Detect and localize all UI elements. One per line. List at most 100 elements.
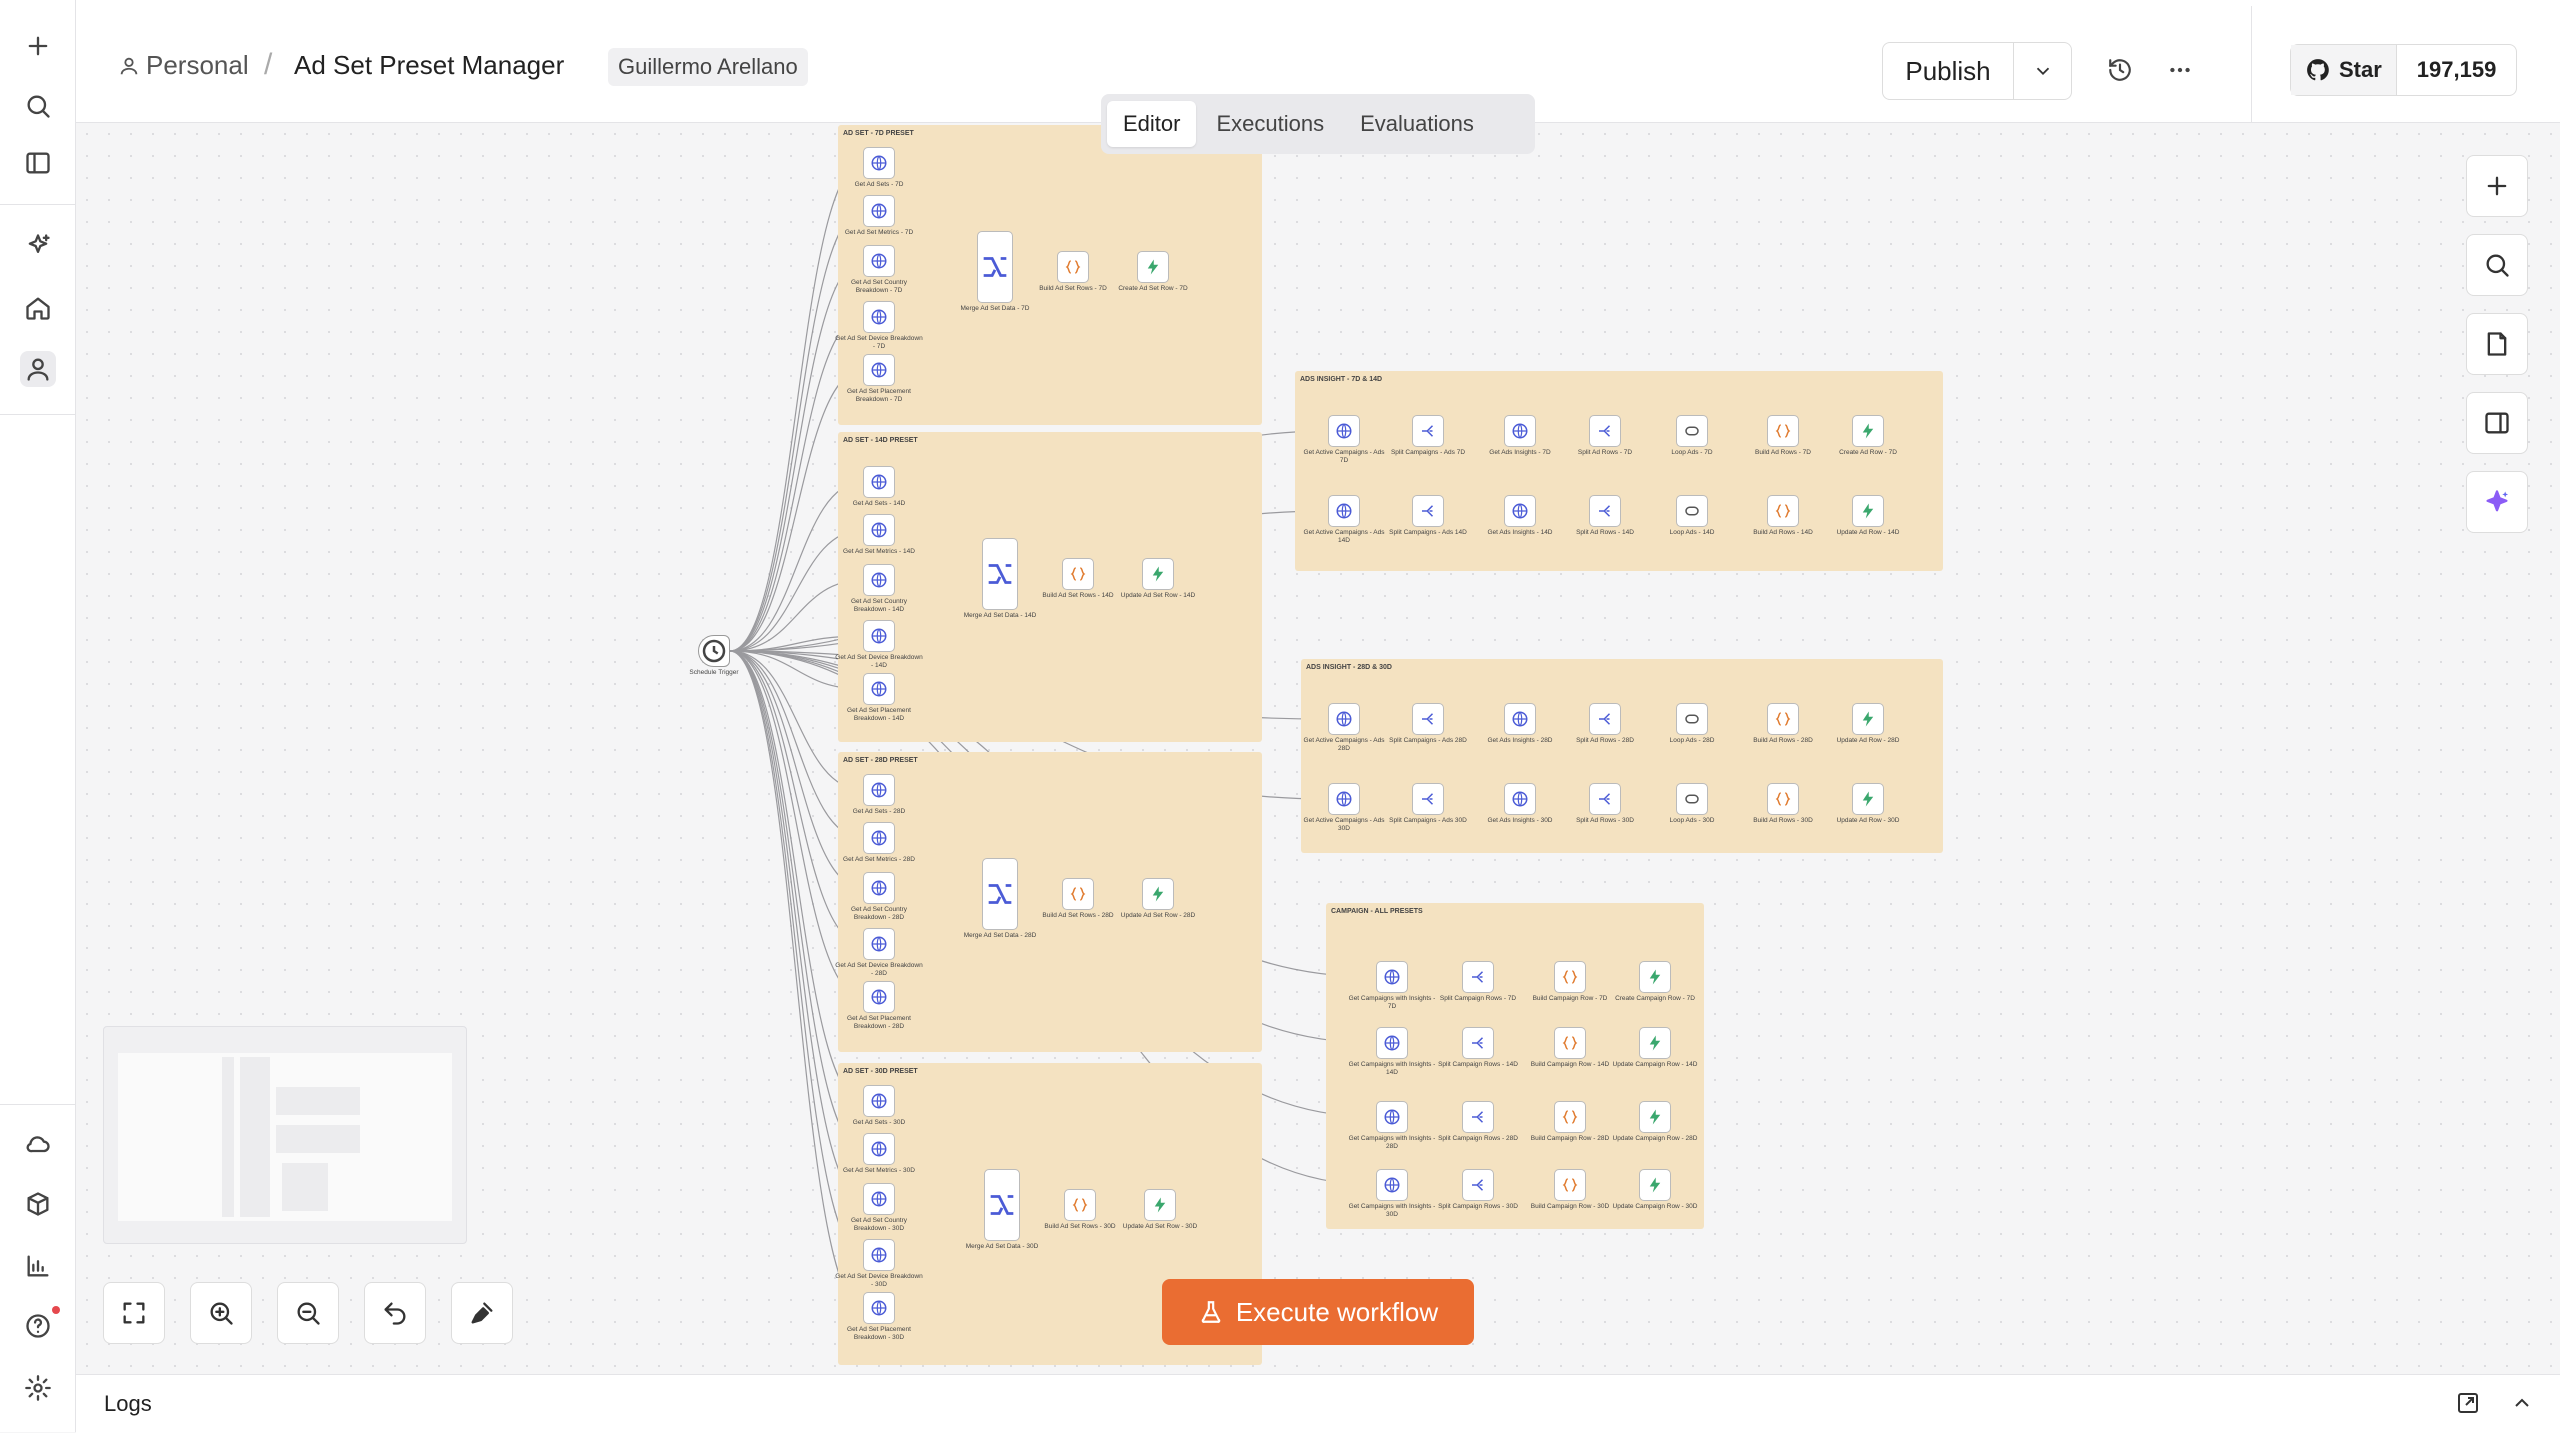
campaign-node[interactable] xyxy=(1639,1101,1671,1133)
ads-node[interactable] xyxy=(1589,703,1621,735)
ads-node[interactable] xyxy=(1589,495,1621,527)
workflow-title[interactable]: Ad Set Preset Manager xyxy=(294,50,564,81)
campaign-node[interactable] xyxy=(1639,1169,1671,1201)
ads-node[interactable] xyxy=(1852,703,1884,735)
history-icon[interactable] xyxy=(2102,52,2138,88)
user-icon[interactable] xyxy=(20,351,56,387)
ads-node[interactable] xyxy=(1412,783,1444,815)
ads-node[interactable] xyxy=(1852,783,1884,815)
sheet-write-node[interactable] xyxy=(1142,878,1174,910)
insights-chart-icon[interactable] xyxy=(20,1248,56,1284)
publish-dropdown-button[interactable] xyxy=(2014,43,2071,99)
campaign-node[interactable] xyxy=(1462,1027,1494,1059)
ads-node[interactable] xyxy=(1767,703,1799,735)
ads-node[interactable] xyxy=(1412,415,1444,447)
add-node-button[interactable] xyxy=(2466,155,2528,217)
adset-input-node[interactable] xyxy=(863,928,895,960)
ads-node[interactable] xyxy=(1504,495,1536,527)
toggle-panel-button[interactable] xyxy=(2466,392,2528,454)
campaign-node[interactable] xyxy=(1462,1101,1494,1133)
add-sticky-note-button[interactable] xyxy=(2466,313,2528,375)
fit-view-button[interactable] xyxy=(103,1282,165,1344)
home-icon[interactable] xyxy=(20,290,56,326)
adset-input-node[interactable] xyxy=(863,195,895,227)
build-rows-node[interactable] xyxy=(1064,1189,1096,1221)
ads-node[interactable] xyxy=(1852,415,1884,447)
schedule-trigger-node[interactable] xyxy=(698,635,730,667)
campaign-node[interactable] xyxy=(1376,961,1408,993)
ads-node[interactable] xyxy=(1412,703,1444,735)
ads-node[interactable] xyxy=(1412,495,1444,527)
adset-input-node[interactable] xyxy=(863,1085,895,1117)
tab-evaluations[interactable]: Evaluations xyxy=(1344,101,1490,147)
github-star-widget[interactable]: Star 197,159 xyxy=(2290,44,2518,96)
package-icon[interactable] xyxy=(20,1186,56,1222)
adset-input-node[interactable] xyxy=(863,673,895,705)
campaign-node[interactable] xyxy=(1376,1169,1408,1201)
build-rows-node[interactable] xyxy=(1057,251,1089,283)
sheet-write-node[interactable] xyxy=(1144,1189,1176,1221)
logs-panel[interactable]: Logs xyxy=(76,1374,2560,1433)
campaign-node[interactable] xyxy=(1639,961,1671,993)
adset-input-node[interactable] xyxy=(863,822,895,854)
ads-node[interactable] xyxy=(1504,783,1536,815)
search-nodes-button[interactable] xyxy=(2466,234,2528,296)
ads-node[interactable] xyxy=(1676,495,1708,527)
campaign-node[interactable] xyxy=(1376,1101,1408,1133)
campaign-node[interactable] xyxy=(1554,1169,1586,1201)
adset-input-node[interactable] xyxy=(863,564,895,596)
adset-input-node[interactable] xyxy=(863,1183,895,1215)
plus-icon[interactable] xyxy=(20,28,56,64)
adset-input-node[interactable] xyxy=(863,620,895,652)
campaign-node[interactable] xyxy=(1639,1027,1671,1059)
cloud-icon[interactable] xyxy=(20,1126,56,1162)
ads-node[interactable] xyxy=(1767,495,1799,527)
adset-input-node[interactable] xyxy=(863,774,895,806)
merge-node[interactable] xyxy=(982,538,1018,610)
campaign-node[interactable] xyxy=(1554,1101,1586,1133)
more-options-icon[interactable] xyxy=(2162,52,2198,88)
ads-node[interactable] xyxy=(1589,783,1621,815)
zoom-out-button[interactable] xyxy=(277,1282,339,1344)
sparkles-icon[interactable] xyxy=(20,228,56,264)
sheet-write-node[interactable] xyxy=(1137,251,1169,283)
settings-gear-icon[interactable] xyxy=(20,1370,56,1406)
adset-input-node[interactable] xyxy=(863,354,895,386)
tidy-up-button[interactable] xyxy=(451,1282,513,1344)
adset-input-node[interactable] xyxy=(863,1239,895,1271)
adset-input-node[interactable] xyxy=(863,1292,895,1324)
campaign-node[interactable] xyxy=(1462,1169,1494,1201)
adset-input-node[interactable] xyxy=(863,514,895,546)
ads-node[interactable] xyxy=(1504,415,1536,447)
adset-input-node[interactable] xyxy=(863,466,895,498)
merge-node[interactable] xyxy=(984,1169,1020,1241)
ads-node[interactable] xyxy=(1589,415,1621,447)
campaign-node[interactable] xyxy=(1376,1027,1408,1059)
canvas-minimap[interactable] xyxy=(103,1026,467,1244)
ads-node[interactable] xyxy=(1328,495,1360,527)
breadcrumb-project[interactable]: Personal xyxy=(118,50,249,81)
search-icon[interactable] xyxy=(20,88,56,124)
ads-node[interactable] xyxy=(1676,783,1708,815)
sheet-write-node[interactable] xyxy=(1142,558,1174,590)
panel-toggle-icon[interactable] xyxy=(20,145,56,181)
popout-icon[interactable] xyxy=(2456,1391,2482,1417)
chevron-up-icon[interactable] xyxy=(2510,1391,2536,1417)
adset-input-node[interactable] xyxy=(863,1133,895,1165)
build-rows-node[interactable] xyxy=(1062,558,1094,590)
ads-node[interactable] xyxy=(1852,495,1884,527)
adset-input-node[interactable] xyxy=(863,245,895,277)
ads-node[interactable] xyxy=(1328,703,1360,735)
ads-node[interactable] xyxy=(1767,415,1799,447)
ai-assistant-button[interactable] xyxy=(2466,471,2528,533)
ads-node[interactable] xyxy=(1328,783,1360,815)
adset-input-node[interactable] xyxy=(863,301,895,333)
zoom-in-button[interactable] xyxy=(190,1282,252,1344)
tab-editor[interactable]: Editor xyxy=(1107,101,1197,147)
project-name[interactable]: Personal xyxy=(146,50,249,81)
publish-button[interactable]: Publish xyxy=(1883,43,2014,99)
ads-node[interactable] xyxy=(1767,783,1799,815)
tab-executions[interactable]: Executions xyxy=(1200,101,1340,147)
execute-workflow-button[interactable]: Execute workflow xyxy=(1162,1279,1474,1345)
adset-input-node[interactable] xyxy=(863,872,895,904)
